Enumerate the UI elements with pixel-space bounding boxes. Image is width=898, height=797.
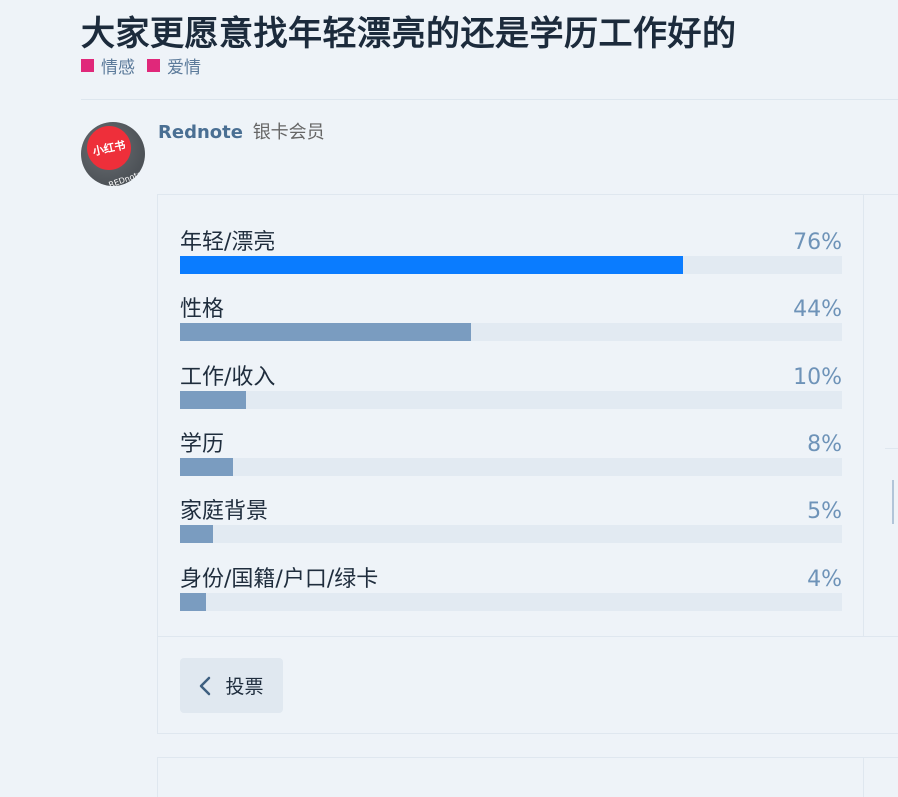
poll-option-percent: 44% (793, 297, 842, 322)
poll-bar-fill (180, 256, 684, 274)
poll-option-percent: 5% (807, 499, 842, 524)
username-link[interactable]: Rednote (158, 122, 243, 143)
poll-option-label: 家庭背景 (180, 499, 269, 524)
poll-option: 性格 44% (180, 291, 842, 341)
chevron-left-icon (200, 676, 211, 695)
poll-bar-fill (180, 323, 472, 341)
poll-bar-fill (180, 593, 207, 611)
poll-option-label: 学历 (180, 432, 225, 457)
tag-color-square (147, 59, 160, 72)
poll-option-label: 性格 (180, 297, 225, 322)
poll-option: 年轻/漂亮 76% (180, 224, 842, 274)
poll-option: 身份/国籍/户口/绿卡 4% (180, 561, 842, 611)
tag-love[interactable]: 爱情 (147, 53, 201, 78)
next-post-card (157, 757, 898, 797)
post-author: Rednote 银卡会员 (158, 118, 325, 144)
vote-button-label: 投票 (225, 676, 264, 698)
poll-option: 工作/收入 10% (180, 359, 842, 409)
topic-title: 大家更愿意找年轻漂亮的还是学历工作好的 (81, 14, 737, 54)
poll-option-percent: 8% (807, 432, 842, 457)
timeline-scroll-indicator[interactable] (892, 480, 898, 524)
tag-label: 爱情 (167, 58, 201, 78)
tag-label: 情感 (101, 58, 135, 78)
tag-color-square (81, 59, 94, 72)
poll-card-divider-vertical (863, 194, 864, 636)
poll-bar-fill (180, 391, 247, 409)
user-badge: 银卡会员 (252, 122, 325, 143)
poll-option-label: 工作/收入 (180, 365, 276, 390)
sidebar-divider (885, 448, 898, 449)
poll-option-percent: 4% (807, 567, 842, 592)
tag-emotion[interactable]: 情感 (81, 53, 135, 78)
poll-bar-track (180, 391, 842, 409)
poll-bar-track (180, 525, 842, 543)
next-post-card-divider (863, 757, 864, 797)
poll-option-label: 年轻/漂亮 (180, 230, 276, 255)
poll-bar-track (180, 593, 842, 611)
poll-option-percent: 76% (793, 230, 842, 255)
header-divider (81, 99, 898, 100)
poll-bar-fill (180, 525, 214, 543)
poll-bar-track (180, 323, 842, 341)
poll-bar-track (180, 458, 842, 476)
tag-list: 情感 爱情 (81, 53, 201, 78)
poll-bar-fill (180, 458, 233, 476)
poll-option-label: 身份/国籍/户口/绿卡 (180, 567, 379, 592)
poll-card-divider-horizontal (157, 636, 898, 637)
poll-option: 学历 8% (180, 426, 842, 476)
poll-option: 家庭背景 5% (180, 493, 842, 543)
avatar[interactable]: 小红书 REDnote (81, 122, 145, 186)
poll-option-percent: 10% (793, 365, 842, 390)
avatar-logo-subtext: REDnote (107, 169, 144, 186)
poll-bar-track (180, 256, 842, 274)
avatar-logo: 小红书 (82, 122, 136, 175)
vote-button[interactable]: 投票 (180, 658, 283, 713)
